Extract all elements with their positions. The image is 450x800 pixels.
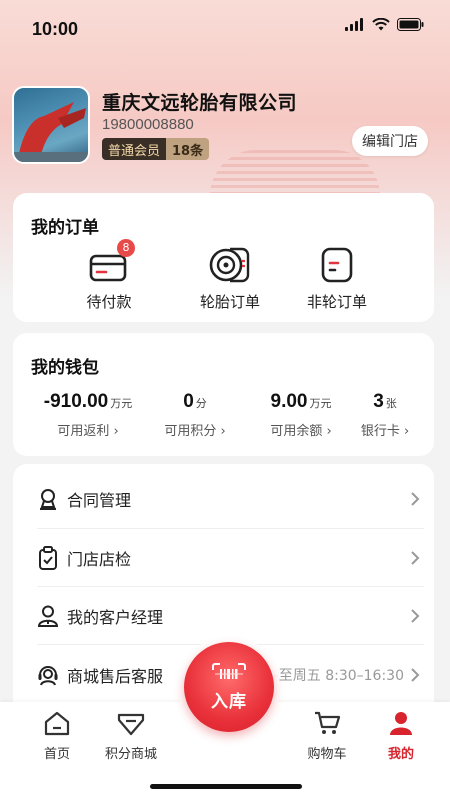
wallet-label: 可用积分 › — [164, 424, 226, 439]
wallet-value: 3 — [373, 391, 384, 412]
wallet-points[interactable]: 0分 可用积分 › — [145, 391, 245, 439]
member-count: 18条 — [166, 138, 210, 160]
member-level: 普通会员 — [102, 138, 167, 160]
menu-item-account-manager[interactable]: 我的客户经理 — [13, 587, 434, 645]
wallet-label: 银行卡 › — [360, 424, 410, 439]
nav-label: 积分商城 — [104, 747, 157, 762]
tab-points-mall[interactable]: 积分商城 — [96, 710, 166, 762]
stock-in-label: 入库 — [211, 691, 247, 712]
wallet-value: -910.00 — [43, 391, 109, 412]
chevron-right-icon — [410, 551, 420, 565]
nav-label: 购物车 — [307, 747, 347, 762]
tab-home[interactable]: 首页 — [22, 710, 92, 762]
clipboard-check-icon — [39, 546, 57, 570]
edit-store-button[interactable]: 编辑门店 — [352, 126, 428, 156]
status-icons — [345, 18, 424, 31]
document-icon — [321, 247, 353, 283]
tab-cart[interactable]: 购物车 — [292, 710, 362, 762]
wifi-icon — [372, 18, 390, 31]
wallet-rebate[interactable]: -910.00 万元 可用返利 › — [33, 391, 143, 439]
contract-icon — [40, 489, 56, 510]
order-pending-payment[interactable]: 8 待付款 — [59, 239, 159, 312]
pending-badge: 8 — [117, 239, 135, 257]
orders-title: 我的订单 — [31, 218, 99, 238]
stock-in-button[interactable]: 入库 — [184, 642, 274, 732]
nav-label: 我的 — [387, 747, 414, 762]
tab-mine[interactable]: 我的 — [366, 710, 436, 762]
order-tire[interactable]: 轮胎订单 — [180, 245, 280, 312]
store-phone: 19800008880 — [102, 116, 194, 133]
menu-item-store-inspection[interactable]: 门店店检 — [13, 529, 434, 587]
status-time: 10:00 — [32, 19, 79, 39]
scan-barcode-icon — [212, 662, 246, 679]
home-icon — [44, 711, 70, 736]
wallet-unit: 分 — [195, 397, 207, 410]
signal-icon — [345, 18, 363, 31]
wallet-value: 9.00 — [270, 391, 308, 412]
points-mall-icon — [117, 713, 145, 736]
menu-label: 合同管理 — [67, 491, 132, 510]
menu-label: 商城售后客服 — [67, 667, 164, 686]
store-avatar[interactable] — [12, 86, 90, 164]
wallet-bank-card[interactable]: 3张 银行卡 › — [335, 391, 435, 439]
chevron-right-icon — [411, 668, 420, 682]
store-name: 重庆文远轮胎有限公司 — [102, 92, 298, 114]
wallet-unit: 张 — [385, 397, 397, 410]
chevron-right-icon — [410, 492, 420, 506]
menu-label: 门店店检 — [67, 550, 132, 569]
service-hours-group: -至周五 8:30–16:30 — [274, 665, 420, 685]
order-label: 待付款 — [86, 293, 132, 311]
wallet-card: 我的钱包 -910.00 万元 可用返利 › 0分 可用积分 › 9.00 万元 可… — [13, 333, 434, 456]
order-label: 轮胎订单 — [199, 293, 260, 311]
profile-icon — [390, 712, 412, 735]
chevron-right-icon — [410, 609, 420, 623]
nav-label: 首页 — [43, 747, 70, 762]
member-badge[interactable]: 普通会员 18条 — [102, 138, 210, 160]
wallet-unit: 万元 — [309, 397, 332, 410]
manager-icon — [37, 605, 59, 627]
cart-icon — [315, 711, 341, 734]
orders-card: 我的订单 8 待付款 轮胎订单 非轮订单 — [13, 193, 434, 322]
header-decoration — [210, 150, 380, 196]
home-indicator — [150, 784, 302, 789]
order-non-tire[interactable]: 非轮订单 — [287, 245, 387, 312]
customer-service-icon — [38, 666, 58, 686]
menu-item-contract[interactable]: 合同管理 — [13, 470, 434, 528]
order-label: 非轮订单 — [306, 293, 367, 311]
wallet-unit: 万元 — [110, 397, 133, 410]
tire-icon — [209, 247, 250, 283]
service-hours: -至周五 8:30–16:30 — [273, 668, 404, 684]
menu-label: 我的客户经理 — [67, 608, 164, 627]
wallet-title: 我的钱包 — [31, 358, 99, 378]
wallet-value: 0 — [183, 391, 194, 412]
battery-icon — [397, 18, 424, 31]
wallet-label: 可用返利 › — [57, 424, 119, 439]
avatar-image-icon — [14, 102, 88, 162]
